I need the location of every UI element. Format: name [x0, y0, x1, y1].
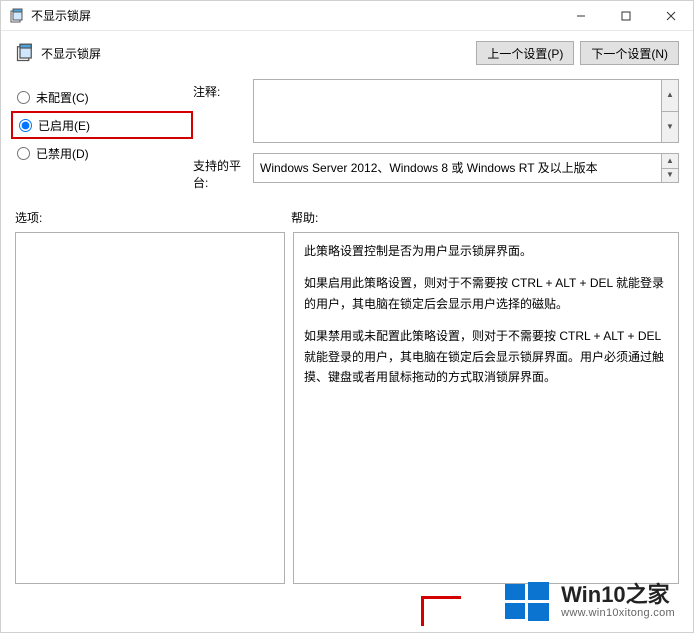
platform-label: 支持的平台:	[193, 153, 253, 191]
platform-value: Windows Server 2012、Windows 8 或 Windows …	[260, 159, 598, 177]
platform-box: Windows Server 2012、Windows 8 或 Windows …	[253, 153, 679, 183]
comment-label: 注释:	[193, 79, 253, 100]
radio-enabled-label: 已启用(E)	[38, 117, 90, 134]
radio-not-configured[interactable]: 未配置(C)	[15, 83, 193, 111]
comment-spin-down[interactable]: ▼	[661, 111, 678, 143]
help-p2: 如果启用此策略设置，则对于不需要按 CTRL + ALT + DEL 就能登录的…	[304, 273, 668, 314]
window-title: 不显示锁屏	[31, 7, 91, 24]
comment-spin: ▲ ▼	[661, 80, 678, 142]
windows-logo-icon	[503, 580, 551, 622]
platform-spin: ▲ ▼	[661, 154, 678, 182]
radio-disabled-label: 已禁用(D)	[36, 145, 89, 162]
platform-spin-down[interactable]: ▼	[661, 168, 678, 183]
help-panel[interactable]: 此策略设置控制是否为用户显示锁屏界面。 如果启用此策略设置，则对于不需要按 CT…	[293, 232, 679, 584]
platform-spin-up[interactable]: ▲	[661, 154, 678, 168]
highlight-fragment	[421, 596, 461, 626]
radio-enabled[interactable]: 已启用(E)	[11, 111, 193, 139]
radio-not-configured-input[interactable]	[17, 91, 30, 104]
comment-spin-up[interactable]: ▲	[661, 80, 678, 111]
state-radio-group: 未配置(C) 已启用(E) 已禁用(D)	[15, 77, 193, 201]
header: 不显示锁屏 上一个设置(P) 下一个设置(N)	[1, 31, 693, 77]
help-p1: 此策略设置控制是否为用户显示锁屏界面。	[304, 241, 668, 261]
window-controls	[558, 1, 693, 31]
radio-not-configured-label: 未配置(C)	[36, 89, 89, 106]
radio-disabled-input[interactable]	[17, 147, 30, 160]
titlebar: 不显示锁屏	[1, 1, 693, 31]
radio-enabled-input[interactable]	[19, 119, 32, 132]
radio-disabled[interactable]: 已禁用(D)	[15, 139, 193, 167]
watermark: Win10之家 www.win10xitong.com	[503, 580, 675, 622]
close-button[interactable]	[648, 1, 693, 31]
policy-icon	[15, 43, 35, 63]
minimize-button[interactable]	[558, 1, 603, 31]
prev-setting-button[interactable]: 上一个设置(P)	[476, 41, 574, 65]
maximize-button[interactable]	[603, 1, 648, 31]
help-label: 帮助:	[291, 209, 679, 226]
next-setting-button[interactable]: 下一个设置(N)	[580, 41, 679, 65]
options-label: 选项:	[15, 209, 291, 226]
options-panel[interactable]	[15, 232, 285, 584]
comment-textarea[interactable]: ▲ ▼	[253, 79, 679, 143]
policy-icon	[9, 8, 25, 24]
page-title: 不显示锁屏	[41, 45, 101, 62]
help-p3: 如果禁用或未配置此策略设置，则对于不需要按 CTRL + ALT + DEL 就…	[304, 326, 668, 387]
watermark-url: www.win10xitong.com	[561, 607, 675, 619]
watermark-brand: Win10之家	[561, 583, 675, 607]
